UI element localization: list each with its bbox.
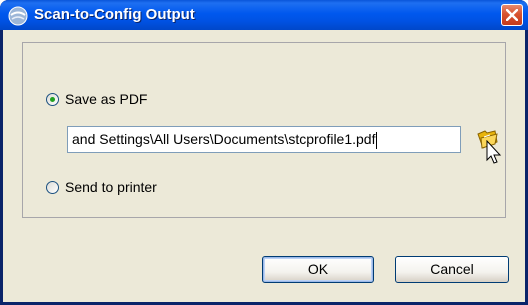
pdf-path-input[interactable]: and Settings\All Users\Documents\stcprof…	[67, 126, 461, 153]
cancel-button[interactable]: Cancel	[395, 256, 509, 283]
save-as-pdf-radio[interactable]	[46, 92, 59, 106]
send-to-printer-label: Send to printer	[65, 179, 157, 195]
send-to-printer-option[interactable]: Send to printer	[46, 179, 157, 195]
folder-icon	[477, 130, 498, 149]
send-to-printer-radio[interactable]	[46, 180, 59, 194]
app-globe-icon	[8, 6, 28, 26]
dialog-window: Scan-to-Config Output Save as PDF and Se…	[0, 0, 528, 305]
close-button[interactable]	[501, 4, 523, 26]
ok-button[interactable]: OK	[262, 256, 374, 283]
close-icon	[506, 9, 518, 21]
pdf-path-value: and Settings\All Users\Documents\stcprof…	[72, 131, 376, 147]
title-bar[interactable]: Scan-to-Config Output	[0, 0, 528, 30]
window-title: Scan-to-Config Output	[34, 6, 195, 23]
browse-folder-button[interactable]	[475, 128, 501, 152]
save-as-pdf-option[interactable]: Save as PDF	[46, 91, 147, 107]
save-as-pdf-label: Save as PDF	[65, 91, 148, 107]
text-caret	[376, 131, 378, 149]
